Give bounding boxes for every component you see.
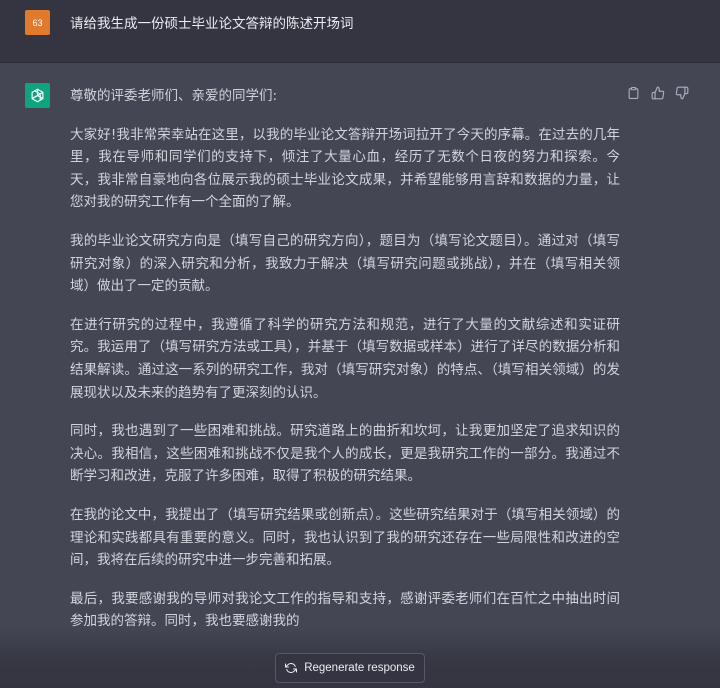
message-actions: [626, 85, 689, 100]
thumbs-down-icon[interactable]: [674, 85, 689, 100]
assistant-message-row: 尊敬的评委老师们、亲爱的同学们: 大家好!我非常荣幸站在这里，以我的毕业论文答辩…: [0, 63, 720, 688]
refresh-icon: [285, 662, 298, 674]
user-prompt-text: 请给我生成一份硕士毕业论文答辩的陈述开场词: [70, 16, 354, 32]
response-paragraph-1: 大家好!我非常荣幸站在这里，以我的毕业论文答辩开场词拉开了今天的序幕。在过去的几…: [70, 126, 620, 211]
response-paragraph-2: 我的毕业论文研究方向是（填写自己的研究方向），题目为（填写论文题目）。通过对（填…: [70, 232, 620, 295]
response-paragraph-6: 最后，我要感谢我的导师对我论文工作的指导和支持，感谢评委老师们在百忙之中抽出时间…: [70, 590, 620, 630]
user-avatar: 63: [25, 10, 50, 35]
response-paragraph-4: 同时，我也遇到了一些困难和挑战。研究道路上的曲折和坎坷，让我更加坚定了追求知识的…: [70, 423, 620, 485]
thumbs-up-icon[interactable]: [650, 85, 665, 100]
assistant-response-text: 尊敬的评委老师们、亲爱的同学们: 大家好!我非常荣幸站在这里，以我的毕业论文答辩…: [70, 85, 620, 649]
regenerate-response-button[interactable]: Regenerate response: [275, 653, 425, 683]
response-paragraph-3: 在进行研究的过程中，我遵循了科学的研究方法和规范，进行了大量的文献综述和实证研究…: [70, 316, 620, 401]
response-paragraph-5: 在我的论文中，我提出了（填写研究结果或创新点）。这些研究结果对于（填写相关领域）…: [70, 506, 620, 569]
response-greeting: 尊敬的评委老师们、亲爱的同学们:: [70, 88, 278, 104]
chatgpt-logo-icon: [25, 83, 50, 108]
user-message-row: 63 请给我生成一份硕士毕业论文答辩的陈述开场词: [0, 0, 720, 63]
clipboard-icon[interactable]: [626, 85, 641, 100]
regenerate-label: Regenerate response: [304, 662, 415, 674]
